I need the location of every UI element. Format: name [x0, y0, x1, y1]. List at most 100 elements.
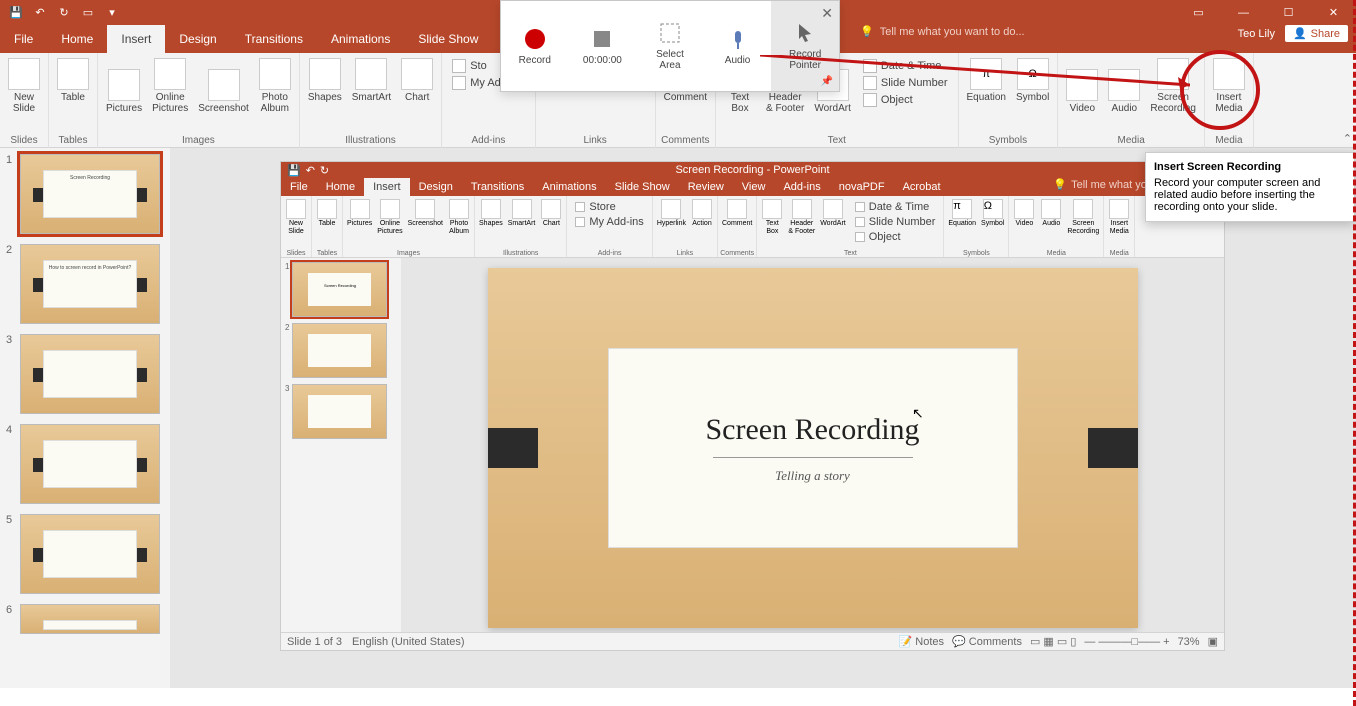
inner-slide-number-button[interactable]: Slide Number	[853, 215, 938, 229]
inner-insert-media-button[interactable]: InsertMedia	[1106, 198, 1132, 237]
ribbon-options-icon[interactable]: ▭	[1176, 0, 1221, 25]
inner-tab-home[interactable]: Home	[317, 178, 364, 196]
inner-view-buttons[interactable]: ▭ ▦ ▭ ▯	[1030, 635, 1076, 648]
slide-number-button[interactable]: Slide Number	[861, 75, 950, 91]
date-time-button[interactable]: Date & Time	[861, 58, 950, 74]
tab-home[interactable]: Home	[47, 25, 107, 53]
slide-thumb-1[interactable]: Screen Recording	[20, 154, 160, 234]
inner-tab-design[interactable]: Design	[410, 178, 462, 196]
close-icon[interactable]: ✕	[821, 5, 833, 22]
inner-wordart-button[interactable]: WordArt	[818, 198, 848, 246]
pin-icon[interactable]: 📌	[821, 76, 833, 87]
inner-hyperlink-button[interactable]: Hyperlink	[655, 198, 688, 229]
slide-subtitle[interactable]: Telling a story	[775, 468, 850, 484]
tell-me-search[interactable]: 💡 Tell me what you want to do...	[860, 25, 1025, 38]
inner-zoom-slider[interactable]: — ———□—— +	[1084, 636, 1169, 648]
inner-equation-button[interactable]: πEquation	[946, 198, 978, 229]
object-button[interactable]: Object	[861, 92, 950, 108]
tab-transitions[interactable]: Transitions	[231, 25, 317, 53]
slide-title[interactable]: Screen Recording	[705, 413, 919, 447]
shapes-button[interactable]: Shapes	[304, 56, 346, 105]
inner-my-addins-button[interactable]: My Add-ins	[573, 215, 645, 229]
tab-insert[interactable]: Insert	[107, 25, 165, 53]
inner-fit-button[interactable]: ▣	[1208, 635, 1218, 648]
inner-tab-view[interactable]: View	[733, 178, 775, 196]
share-button[interactable]: 👤 Share	[1285, 25, 1348, 42]
inner-chart-button[interactable]: Chart	[538, 198, 564, 229]
inner-thumbnails[interactable]: 1Screen Recording 2 3	[281, 258, 401, 632]
undo-icon[interactable]: ↶	[306, 164, 315, 177]
close-button[interactable]: ✕	[1311, 0, 1356, 25]
minimize-button[interactable]: —	[1221, 0, 1266, 25]
inner-date-time-button[interactable]: Date & Time	[853, 200, 938, 214]
inner-new-slide-button[interactable]: NewSlide	[283, 198, 309, 237]
slide-thumbnails-panel[interactable]: 1 Screen Recording 2How to screen record…	[0, 148, 170, 688]
slide-thumb-5[interactable]	[20, 514, 160, 594]
inner-object-button[interactable]: Object	[853, 230, 938, 244]
insert-media-button[interactable]: InsertMedia	[1209, 56, 1249, 116]
equation-button[interactable]: πEquation	[963, 56, 1010, 105]
inner-table-button[interactable]: Table	[314, 198, 340, 229]
redo-icon[interactable]: ↻	[320, 164, 329, 177]
tab-slideshow[interactable]: Slide Show	[404, 25, 492, 53]
inner-textbox-button[interactable]: TextBox	[759, 198, 785, 246]
chart-button[interactable]: Chart	[397, 56, 437, 105]
tab-animations[interactable]: Animations	[317, 25, 404, 53]
audio-button[interactable]: Audio	[1104, 56, 1144, 116]
symbol-button[interactable]: ΩSymbol	[1012, 56, 1053, 105]
inner-audio-button[interactable]: Audio	[1038, 198, 1064, 237]
maximize-button[interactable]: ☐	[1266, 0, 1311, 25]
undo-icon[interactable]: ↶	[32, 5, 48, 21]
save-icon[interactable]: 💾	[287, 164, 301, 177]
inner-smartart-button[interactable]: SmartArt	[506, 198, 538, 229]
tab-design[interactable]: Design	[165, 25, 230, 53]
table-button[interactable]: Table	[53, 56, 93, 105]
inner-tab-novapdf[interactable]: novaPDF	[830, 178, 894, 196]
inner-screen-recording-button[interactable]: ScreenRecording	[1065, 198, 1101, 237]
slide-thumb-2[interactable]: How to screen record in PowerPoint?	[20, 244, 160, 324]
save-icon[interactable]: 💾	[8, 5, 24, 21]
inner-comment-button[interactable]: Comment	[720, 198, 754, 229]
inner-comments-button[interactable]: 💬 Comments	[952, 635, 1022, 648]
inner-tab-transitions[interactable]: Transitions	[462, 178, 533, 196]
inner-notes-button[interactable]: 📝 Notes	[899, 635, 945, 648]
slide-thumb-6[interactable]	[20, 604, 160, 634]
photo-album-button[interactable]: PhotoAlbum	[255, 56, 295, 116]
inner-symbol-button[interactable]: ΩSymbol	[979, 198, 1006, 229]
inner-shapes-button[interactable]: Shapes	[477, 198, 505, 229]
collapse-ribbon-icon[interactable]: ⌃	[1343, 132, 1352, 145]
inner-tab-animations[interactable]: Animations	[533, 178, 605, 196]
inner-slide-canvas[interactable]: Screen Recording Telling a story	[401, 258, 1224, 632]
slide-thumb-4[interactable]	[20, 424, 160, 504]
pictures-button[interactable]: Pictures	[102, 56, 146, 116]
inner-tab-acrobat[interactable]: Acrobat	[894, 178, 950, 196]
record-button[interactable]: Record	[501, 1, 569, 91]
inner-screenshot-button[interactable]: Screenshot	[406, 198, 445, 237]
inner-pictures-button[interactable]: Pictures	[345, 198, 374, 237]
video-button[interactable]: Video	[1062, 56, 1102, 116]
start-slideshow-icon[interactable]: ▭	[80, 5, 96, 21]
inner-action-button[interactable]: Action	[689, 198, 715, 229]
redo-icon[interactable]: ↻	[56, 5, 72, 21]
tab-file[interactable]: File	[0, 25, 47, 53]
inner-language[interactable]: English (United States)	[352, 636, 465, 648]
screenshot-button[interactable]: Screenshot	[194, 56, 253, 116]
inner-video-button[interactable]: Video	[1011, 198, 1037, 237]
inner-zoom-value[interactable]: 73%	[1178, 636, 1200, 648]
screen-recording-button[interactable]: ScreenRecording	[1146, 56, 1200, 116]
inner-photo-album-button[interactable]: PhotoAlbum	[446, 198, 472, 237]
inner-tab-addins[interactable]: Add-ins	[774, 178, 829, 196]
new-slide-button[interactable]: NewSlide	[4, 56, 44, 116]
user-name[interactable]: Teo Lily	[1238, 28, 1275, 40]
slide-thumb-3[interactable]	[20, 334, 160, 414]
audio-toggle-button[interactable]: Audio	[704, 1, 772, 91]
qat-dropdown-icon[interactable]: ▾	[104, 5, 120, 21]
online-pictures-button[interactable]: OnlinePictures	[148, 56, 192, 116]
inner-store-button[interactable]: Store	[573, 200, 645, 214]
inner-tab-file[interactable]: File	[281, 178, 317, 196]
inner-thumb-2[interactable]	[292, 323, 387, 378]
inner-thumb-3[interactable]	[292, 384, 387, 439]
inner-header-footer-button[interactable]: Header& Footer	[786, 198, 817, 246]
inner-thumb-1[interactable]: Screen Recording	[292, 262, 387, 317]
select-area-button[interactable]: SelectArea	[636, 1, 704, 91]
